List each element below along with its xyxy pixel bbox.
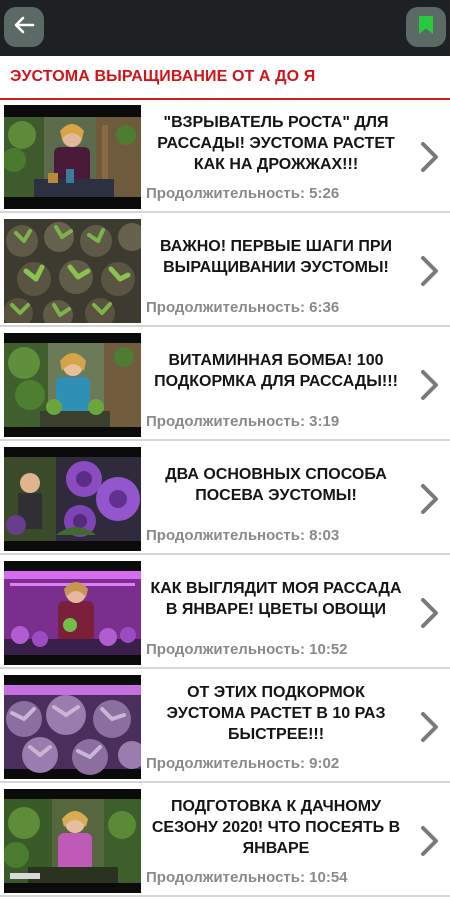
bookmark-icon — [418, 15, 434, 40]
video-thumbnail[interactable] — [4, 219, 141, 323]
video-thumbnail[interactable] — [4, 447, 141, 551]
video-thumbnail[interactable] — [4, 675, 141, 779]
video-list-item[interactable]: "ВЗРЫВАТЕЛЬ РОСТА" ДЛЯ РАССАДЫ! ЭУСТОМА … — [0, 100, 450, 213]
video-title: ВАЖНО! ПЕРВЫЕ ШАГИ ПРИ ВЫРАЩИВАНИИ ЭУСТО… — [159, 238, 393, 276]
video-duration: Продолжительность: 5:26 — [146, 184, 340, 202]
arrow-left-icon — [13, 14, 35, 41]
video-duration: Продолжительность: 3:19 — [146, 412, 340, 430]
app-toolbar — [0, 0, 450, 56]
chevron-right-icon[interactable] — [418, 140, 442, 174]
video-list-item[interactable]: ОТ ЭТИХ ПОДКОРМОК ЭУСТОМА РАСТЕТ В 10 РА… — [0, 670, 450, 783]
video-list-item[interactable]: ДВА ОСНОВНЫХ СПОСОБА ПОСЕВА ЭУСТОМЫ! Про… — [0, 442, 450, 555]
video-duration: Продолжительность: 9:02 — [146, 754, 340, 772]
chevron-right-icon[interactable] — [418, 596, 442, 630]
video-thumbnail[interactable] — [4, 105, 141, 209]
chevron-right-icon[interactable] — [418, 710, 442, 744]
back-button[interactable] — [4, 7, 44, 47]
video-thumbnail[interactable] — [4, 561, 141, 665]
video-thumbnail[interactable] — [4, 333, 141, 437]
video-list: "ВЗРЫВАТЕЛЬ РОСТА" ДЛЯ РАССАДЫ! ЭУСТОМА … — [0, 100, 450, 900]
chevron-right-icon[interactable] — [418, 824, 442, 858]
video-title: ВИТАМИННАЯ БОМБА! 100 ПОДКОРМКА ДЛЯ РАСС… — [154, 352, 398, 390]
video-title: ПОДГОТОВКА К ДАЧНОМУ СЕЗОНУ 2020! ЧТО ПО… — [151, 797, 401, 857]
section-title: ЭУСТОМА ВЫРАЩИВАНИЕ ОТ А ДО Я — [0, 56, 450, 100]
video-title: ОТ ЭТИХ ПОДКОРМОК ЭУСТОМА РАСТЕТ В 10 РА… — [166, 683, 386, 743]
video-title: КАК ВЫГЛЯДИТ МОЯ РАССАДА В ЯНВАРЕ! ЦВЕТЫ… — [150, 580, 402, 618]
video-list-item[interactable]: ВАЖНО! ПЕРВЫЕ ШАГИ ПРИ ВЫРАЩИВАНИИ ЭУСТО… — [0, 214, 450, 327]
bookmark-button[interactable] — [406, 7, 446, 47]
video-list-item[interactable]: ПОДГОТОВКА К ДАЧНОМУ СЕЗОНУ 2020! ЧТО ПО… — [0, 784, 450, 897]
chevron-right-icon[interactable] — [418, 254, 442, 288]
video-thumbnail[interactable] — [4, 789, 141, 893]
video-title: ДВА ОСНОВНЫХ СПОСОБА ПОСЕВА ЭУСТОМЫ! — [165, 466, 387, 504]
video-duration: Продолжительность: 6:36 — [146, 298, 340, 316]
video-duration: Продолжительность: 10:54 — [146, 868, 348, 886]
chevron-right-icon[interactable] — [418, 482, 442, 516]
chevron-right-icon[interactable] — [418, 368, 442, 402]
video-list-item[interactable]: ВИТАМИННАЯ БОМБА! 100 ПОДКОРМКА ДЛЯ РАСС… — [0, 328, 450, 441]
video-title: "ВЗРЫВАТЕЛЬ РОСТА" ДЛЯ РАССАДЫ! ЭУСТОМА … — [157, 113, 395, 173]
video-list-item[interactable]: КАК ВЫГЛЯДИТ МОЯ РАССАДА В ЯНВАРЕ! ЦВЕТЫ… — [0, 556, 450, 669]
video-duration: Продолжительность: 10:52 — [146, 640, 348, 658]
video-duration: Продолжительность: 8:03 — [146, 526, 340, 544]
